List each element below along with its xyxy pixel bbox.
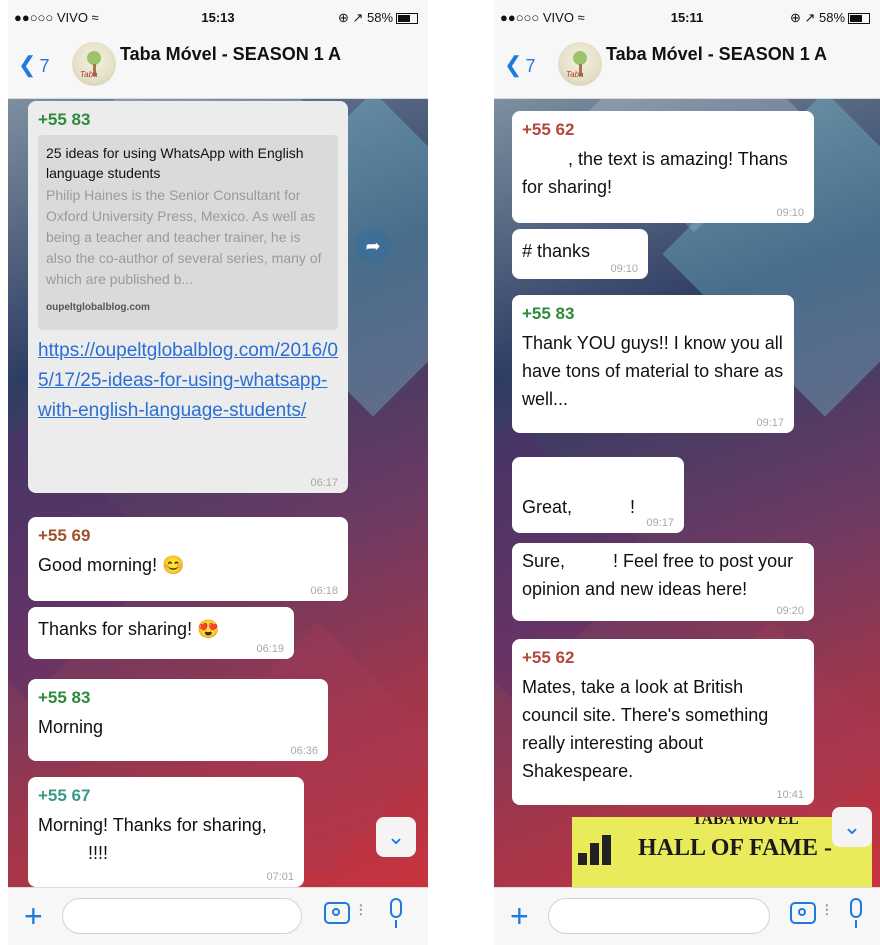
group-title[interactable]: Taba Móvel - SEASON 1 A [606, 44, 827, 65]
message-text: Thanks for sharing! 😍 [38, 619, 220, 639]
microphone-icon[interactable] [390, 898, 402, 928]
chevron-left-icon: ❮ [504, 52, 523, 77]
group-avatar[interactable]: Taba [72, 42, 116, 86]
unread-count: 7 [39, 56, 50, 76]
scroll-down-icon[interactable]: ⌄ [376, 817, 416, 857]
message-time: 10:41 [776, 789, 804, 801]
message-input[interactable] [548, 898, 770, 934]
chat-header: ❮ 7 Taba Taba Móvel - SEASON 1 A [8, 34, 428, 99]
message-time: 09:10 [776, 207, 804, 219]
battery-indicator: ⊕ ↗ 58% [790, 10, 870, 26]
message-list[interactable]: +55 83 25 ideas for using WhatsApp with … [8, 99, 428, 887]
camera-icon[interactable] [790, 902, 816, 924]
separator-dots: ⁝ [358, 900, 364, 920]
sender-name: +55 62 [522, 120, 575, 139]
message-time: 06:17 [310, 477, 338, 489]
battery-icon [396, 13, 418, 25]
composer-bar: + ⁝ [8, 887, 428, 945]
avatar-logo-text: Taba [80, 70, 98, 79]
unread-count: 7 [525, 56, 536, 76]
image-caption: HALL OF FAME - [638, 835, 832, 861]
message-time: 09:17 [646, 517, 674, 529]
battery-label: ⊕ ↗ 58% [789, 10, 845, 25]
group-title[interactable]: Taba Móvel - SEASON 1 A [120, 44, 341, 65]
composer-bar: + ⁝ [494, 887, 880, 945]
forward-icon[interactable]: ➦ [356, 229, 390, 263]
battery-icon [848, 13, 870, 25]
message-bubble[interactable]: Sure,! Feel free to post your opinion an… [512, 543, 814, 621]
battery-indicator: ⊕ ↗ 58% [338, 10, 418, 26]
message-text-end: ! [630, 497, 636, 517]
message-time: 06:19 [256, 643, 284, 655]
message-time: 09:20 [776, 605, 804, 617]
message-text-line2: !!!! [88, 843, 109, 863]
sender-name: +55 67 [38, 786, 91, 805]
message-text: Thank YOU guys!! I know you all have ton… [522, 333, 784, 409]
message-bubble[interactable]: +55 67 Morning! Thanks for sharing, !!!!… [28, 777, 304, 887]
preview-site: oupeltglobalblog.com [46, 302, 150, 313]
link-preview[interactable]: 25 ideas for using WhatsApp with English… [38, 135, 338, 330]
message-time: 09:17 [756, 417, 784, 429]
message-text-start: Great, [522, 497, 573, 517]
tree-icon [87, 51, 101, 65]
sender-name: +55 69 [38, 526, 91, 545]
separator-dots: ⁝ [824, 900, 830, 920]
back-button[interactable]: ❮ 7 [18, 52, 49, 78]
message-time: 06:18 [310, 585, 338, 597]
camera-icon[interactable] [324, 902, 350, 924]
message-text: Good morning! 😊 [38, 555, 185, 575]
message-text: Mates, take a look at British council si… [522, 677, 769, 781]
message-link[interactable]: https://oupeltglobalblog.com/2016/05/17/… [38, 336, 338, 426]
message-bubble[interactable]: +55 62 Mates, take a look at British cou… [512, 639, 814, 805]
message-bubble[interactable]: +55 83 25 ideas for using WhatsApp with … [28, 101, 348, 493]
message-bubble[interactable]: +55 83 Morning 06:36 [28, 679, 328, 761]
chat-header: ❮ 7 Taba Taba Móvel - SEASON 1 A [494, 34, 880, 99]
message-text: Morning! Thanks for sharing, [38, 815, 267, 835]
battery-label: ⊕ ↗ 58% [337, 10, 393, 25]
message-bubble[interactable]: Thanks for sharing! 😍 06:19 [28, 607, 294, 659]
message-bubble[interactable]: Great,! 09:17 [512, 457, 684, 533]
image-top-text: TABA MÓVEL [692, 817, 799, 828]
back-button[interactable]: ❮ 7 [504, 52, 535, 78]
sender-name: +55 83 [38, 110, 91, 129]
microphone-icon[interactable] [850, 898, 862, 928]
avatar-logo-text: Taba [566, 70, 584, 79]
message-list[interactable]: +55 62 , the text is amazing! Thans for … [494, 99, 880, 887]
message-text: # thanks [522, 241, 591, 261]
image-message[interactable]: TABA MÓVEL HALL OF FAME - [572, 817, 872, 887]
sender-name: +55 83 [522, 304, 575, 323]
status-bar: ●●○○○ VIVO ≈ 15:13 ⊕ ↗ 58% [8, 0, 428, 34]
message-text: , the text is amazing! Thans for sharing… [522, 149, 788, 197]
status-bar: ●●○○○ VIVO ≈ 15:11 ⊕ ↗ 58% [494, 0, 880, 34]
message-time: 07:01 [266, 871, 294, 883]
chat-screen-right: ●●○○○ VIVO ≈ 15:11 ⊕ ↗ 58% ❮ 7 Taba Taba … [494, 0, 880, 945]
message-bubble[interactable]: +55 69 Good morning! 😊 06:18 [28, 517, 348, 601]
group-avatar[interactable]: Taba [558, 42, 602, 86]
message-text: Morning [38, 717, 104, 737]
message-input[interactable] [62, 898, 302, 934]
plus-icon[interactable]: + [510, 896, 529, 936]
sender-name: +55 83 [38, 688, 91, 707]
message-text: Sure,! Feel free to post your opinion an… [522, 547, 804, 603]
message-bubble[interactable]: +55 62 , the text is amazing! Thans for … [512, 111, 814, 223]
message-time: 09:10 [610, 263, 638, 275]
message-time: 06:36 [290, 745, 318, 757]
message-text-start: Sure, [522, 551, 566, 571]
chat-screen-left: ●●○○○ VIVO ≈ 15:13 ⊕ ↗ 58% ❮ 7 Taba Taba … [8, 0, 428, 945]
sender-name: +55 62 [522, 648, 575, 667]
bar-logo-icon [578, 835, 614, 865]
plus-icon[interactable]: + [24, 896, 43, 936]
preview-title: 25 ideas for using WhatsApp with English… [46, 145, 304, 181]
message-bubble[interactable]: # thanks 09:10 [512, 229, 648, 279]
tree-icon [573, 51, 587, 65]
preview-description: Philip Haines is the Senior Consultant f… [46, 187, 322, 287]
chevron-left-icon: ❮ [18, 52, 37, 77]
scroll-down-icon[interactable]: ⌄ [832, 807, 872, 847]
message-bubble[interactable]: +55 83 Thank YOU guys!! I know you all h… [512, 295, 794, 433]
